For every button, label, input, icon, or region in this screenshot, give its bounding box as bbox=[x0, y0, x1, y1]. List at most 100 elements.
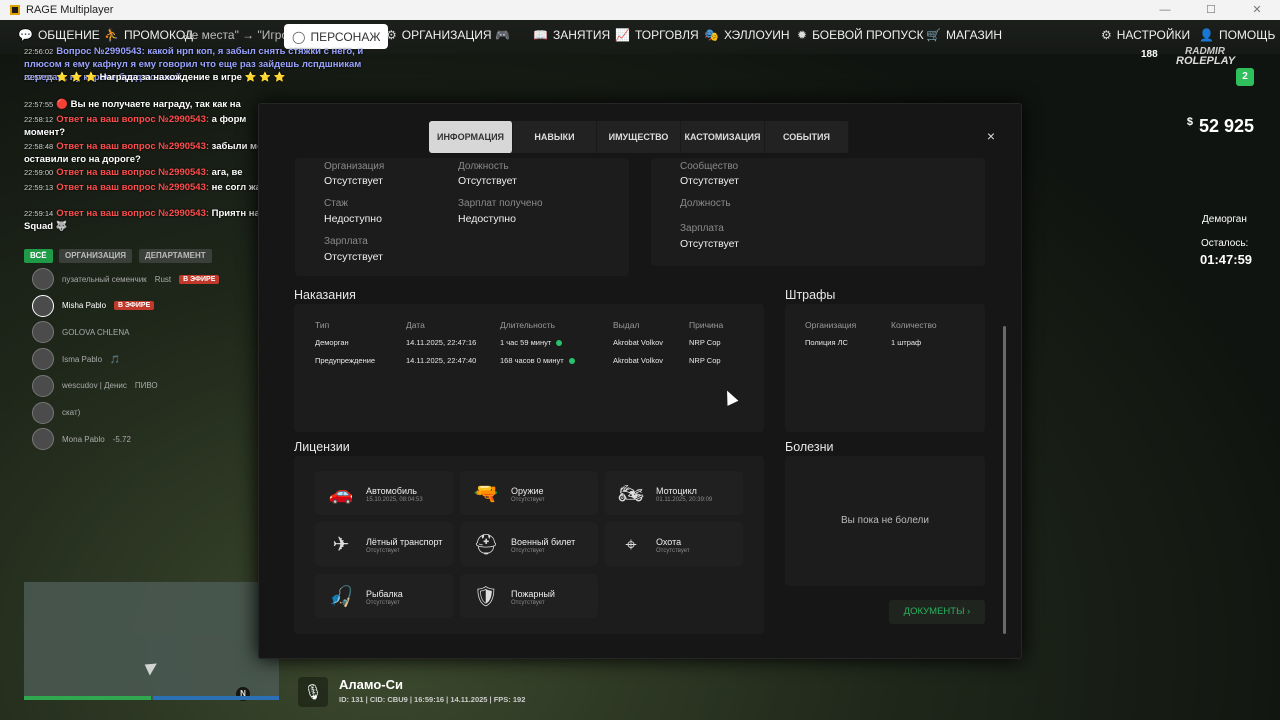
modal-scrollbar[interactable] bbox=[1003, 326, 1006, 634]
window-titlebar: RAGE Multiplayer — ☐ ✕ bbox=[0, 0, 1280, 20]
fines-header-org: Организация bbox=[805, 320, 857, 330]
minimap: N bbox=[24, 582, 279, 701]
tab-information[interactable]: ИНФОРМАЦИЯ bbox=[429, 121, 513, 153]
chat-text: ага, ве bbox=[211, 167, 243, 178]
crosshair-icon: ⌖ bbox=[625, 532, 637, 556]
voice-user-name: Isma Pablo bbox=[62, 354, 103, 364]
active-dot-icon bbox=[568, 358, 575, 365]
punish-row2-duration-text: 168 часов 0 минут bbox=[500, 356, 564, 365]
license-name: Пожарный bbox=[511, 589, 555, 599]
chat-tab-organization[interactable]: ОРГАНИЗАЦИЯ bbox=[59, 249, 133, 263]
active-dot-icon bbox=[556, 340, 563, 347]
nav-settings-label: НАСТРОЙКИ bbox=[1116, 28, 1191, 42]
chat-tab-department[interactable]: ДЕПАРТАМЕНТ bbox=[139, 249, 212, 263]
microphone-icon[interactable]: 🎙 bbox=[298, 677, 328, 707]
nav-activities[interactable]: 📖 ЗАНЯТИЯ bbox=[533, 28, 610, 42]
voice-user-name: wescudov | Денис bbox=[62, 381, 127, 391]
chat-text: а форм bbox=[211, 114, 247, 125]
voice-user: GOLOVA CHLENA bbox=[32, 321, 130, 344]
tab-skills[interactable]: НАВЫКИ bbox=[513, 121, 597, 153]
chat-message: 22:57:55 ⭐ ⭐ ⭐ Награда за нахождение в иг… bbox=[24, 71, 384, 84]
voice-user-name: GOLOVA CHLENA bbox=[62, 327, 130, 337]
chat-tab-all[interactable]: ВСЁ bbox=[24, 249, 53, 263]
avatar bbox=[32, 374, 54, 397]
chat-time: 22:58:48 bbox=[24, 142, 54, 151]
nav-activities-label: ЗАНЯТИЯ bbox=[552, 28, 611, 42]
voice-user: Misha Pablo В ЭФИРЕ bbox=[32, 294, 155, 317]
gear-icon: ⚙ bbox=[1101, 28, 1112, 42]
license-status: Отсутствует bbox=[656, 548, 690, 554]
license-item: 🛡 Пожарный Отсутствует bbox=[460, 574, 598, 618]
nav-settings[interactable]: ⚙ НАСТРОЙКИ bbox=[1101, 28, 1190, 42]
close-window-button[interactable]: ✕ bbox=[1234, 0, 1280, 20]
salary-value: Отсутствует bbox=[324, 251, 383, 263]
community-salary-value: Отсутствует bbox=[680, 238, 739, 250]
nav-chat-label: ОБЩЕНИЕ bbox=[37, 28, 100, 42]
chat-text: Ответ на ваш вопрос №2990543: bbox=[56, 114, 212, 125]
window-title: RAGE Multiplayer bbox=[26, 4, 114, 16]
tab-property[interactable]: ИМУЩЕСТВО bbox=[597, 121, 681, 153]
gear-badge-icon: ✹ bbox=[797, 28, 808, 42]
community-value: Отсутствует bbox=[680, 175, 739, 187]
chat-text: ⭐ ⭐ ⭐ Награда за нахождение в игре ⭐ ⭐ ⭐ bbox=[56, 72, 286, 83]
nav-promocode[interactable]: ⛹ ПРОМОКОД bbox=[104, 28, 193, 42]
position-label: Должность bbox=[458, 161, 509, 172]
logo-line2: ROLEPLAY bbox=[1176, 55, 1236, 67]
remaining-timer: 01:47:59 bbox=[1200, 252, 1253, 267]
avatar bbox=[32, 348, 54, 371]
maximize-button[interactable]: ☐ bbox=[1188, 0, 1234, 20]
avatar bbox=[32, 294, 54, 317]
minimize-button[interactable]: — bbox=[1142, 0, 1188, 20]
nav-battlepass[interactable]: ✹ БОЕВОЙ ПРОПУСК bbox=[797, 28, 924, 42]
nav-games[interactable]: 🎮 bbox=[495, 28, 510, 42]
nav-organization[interactable]: ⚙ ОРГАНИЗАЦИЯ bbox=[386, 28, 492, 42]
nav-help[interactable]: 👤 ПОМОЩЬ bbox=[1199, 28, 1275, 42]
nav-chat[interactable]: 💬 ОБЩЕНИЕ bbox=[18, 28, 100, 42]
tab-events[interactable]: СОБЫТИЯ bbox=[765, 121, 849, 153]
close-icon[interactable]: × bbox=[987, 128, 995, 144]
chat-text: 🔴 Вы не получаете награду, так как на bbox=[56, 99, 241, 110]
license-status: Отсутствует bbox=[511, 600, 545, 606]
license-status: 15.10.2025, 08:04:53 bbox=[366, 497, 423, 503]
nav-battlepass-label: БОЕВОЙ ПРОПУСК bbox=[812, 28, 924, 42]
documents-button[interactable]: ДОКУМЕНТЫ › bbox=[889, 600, 985, 624]
avatar bbox=[32, 268, 54, 290]
nav-shop[interactable]: 🛒 МАГАЗИН bbox=[926, 28, 1002, 42]
demorgan-label: Деморган bbox=[1202, 214, 1247, 225]
gamepad-icon: 🎮 bbox=[495, 28, 510, 42]
community-salary-label: Зарплата bbox=[680, 223, 724, 234]
punishments-title: Наказания bbox=[294, 288, 356, 302]
chat-time: 22:59:13 bbox=[24, 183, 54, 192]
punish-row1-duration-text: 1 час 59 минут bbox=[500, 338, 552, 347]
nav-trade-label: ТОРГОВЛЯ bbox=[634, 28, 699, 42]
voice-user-name: Misha Pablo bbox=[62, 301, 107, 311]
person-run-icon: ⛹ bbox=[104, 28, 119, 42]
voice-user-extra: ПИВО bbox=[134, 381, 158, 391]
license-item: ⌖ Охота Отсутствует bbox=[605, 522, 743, 566]
seniority-label: Стаж bbox=[324, 198, 348, 209]
tab-customization[interactable]: КАСТОМИЗАЦИЯ bbox=[681, 121, 765, 153]
live-badge: В ЭФИРЕ bbox=[114, 301, 155, 311]
chat-text: Ответ на ваш вопрос №2990543: bbox=[56, 182, 212, 193]
avatar bbox=[32, 401, 54, 424]
money-display: $52 925 bbox=[1187, 116, 1254, 137]
punish-row1-type: Деморган bbox=[315, 338, 349, 347]
nav-halloween[interactable]: 🎭 ХЭЛЛОУИН bbox=[704, 28, 790, 42]
person-icon: 👤 bbox=[1199, 28, 1214, 42]
org-value: Отсутствует bbox=[324, 175, 383, 187]
salary-label: Зарплата bbox=[324, 236, 368, 247]
punish-header-duration: Длительность bbox=[500, 320, 556, 330]
fines-title: Штрафы bbox=[785, 288, 836, 302]
chat-time: 22:56:02 bbox=[24, 47, 54, 56]
nav-trade[interactable]: 📈 ТОРГОВЛЯ bbox=[615, 28, 699, 42]
player-arrow-icon bbox=[141, 658, 157, 676]
health-bar bbox=[24, 696, 151, 700]
location-name: Аламо-Си bbox=[339, 677, 403, 692]
app-logo-icon bbox=[10, 5, 20, 15]
voice-user: wescudov | Денис ПИВО bbox=[32, 374, 158, 397]
license-status: Отсутствует bbox=[511, 497, 545, 503]
license-item: 🎣 Рыбалка Отсутствует bbox=[315, 574, 453, 618]
gun-icon: 🔫 bbox=[473, 481, 499, 505]
punish-row2-duration: 168 часов 0 минут bbox=[500, 356, 575, 365]
chat-time: 22:59:00 bbox=[24, 168, 54, 177]
